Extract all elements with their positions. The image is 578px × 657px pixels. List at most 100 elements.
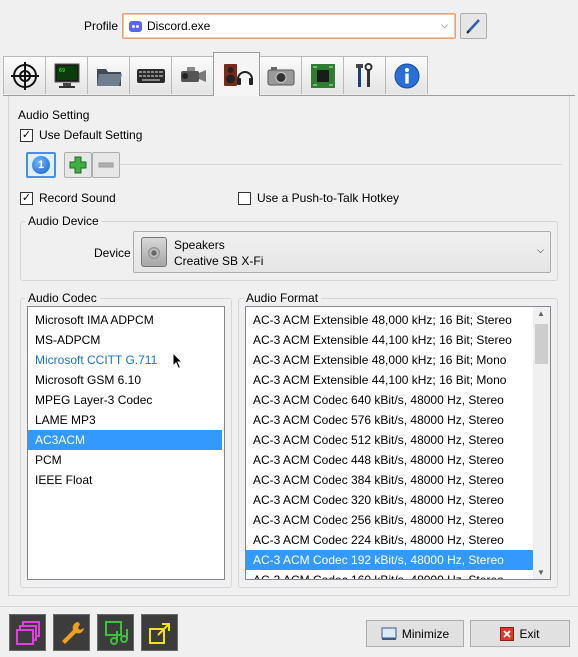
- tab-camera[interactable]: [259, 56, 302, 94]
- minus-icon: [98, 162, 114, 168]
- svg-text:69: 69: [59, 68, 65, 74]
- discord-icon: [129, 20, 142, 32]
- check-icon: ✓: [20, 128, 33, 142]
- list-item-selected[interactable]: AC3ACM: [28, 430, 222, 450]
- tab-keyboard[interactable]: [129, 56, 172, 94]
- tab-monitor[interactable]: 69: [45, 56, 88, 94]
- audio-codec-list[interactable]: Microsoft IMA ADPCM MS-ADPCM Microsoft C…: [27, 306, 225, 580]
- list-item[interactable]: AC-3 ACM Extensible 44,100 kHz; 16 Bit; …: [246, 370, 550, 390]
- minimize-button[interactable]: Minimize: [366, 620, 464, 647]
- tab-folder[interactable]: [87, 56, 130, 94]
- list-item[interactable]: MS-ADPCM: [28, 330, 224, 350]
- tab-audio[interactable]: [213, 52, 260, 96]
- list-item[interactable]: AC-3 ACM Codec 576 kBit/s, 48000 Hz, Ste…: [246, 410, 550, 430]
- list-item[interactable]: LAME MP3: [28, 410, 224, 430]
- wrench-icon: [61, 621, 84, 644]
- tab-strip: 69: [3, 52, 428, 96]
- audio-setting-title: Audio Setting: [18, 108, 90, 122]
- chip-icon: [310, 63, 335, 88]
- speaker-device-icon: [141, 237, 167, 267]
- plus-icon: [69, 156, 87, 174]
- scroll-down-icon[interactable]: ▼: [537, 568, 545, 577]
- windows-stack-icon: [15, 620, 40, 645]
- list-item[interactable]: AC-3 ACM Codec 448 kBit/s, 48000 Hz, Ste…: [246, 450, 550, 470]
- audio-device-title: Audio Device: [25, 214, 102, 228]
- device-dropdown[interactable]: Speakers Creative SB X-Fi ⌵: [133, 231, 551, 273]
- windows-stack-button[interactable]: [9, 614, 46, 651]
- device-label: Device: [94, 246, 131, 260]
- exit-button[interactable]: Exit: [470, 620, 570, 647]
- profile-label: Profile: [84, 19, 119, 33]
- music-video-icon: [104, 620, 128, 645]
- push-to-talk-checkbox[interactable]: Use a Push-to-Talk Hotkey: [238, 191, 399, 205]
- bottom-separator: [0, 606, 578, 607]
- check-icon: ✓: [20, 191, 33, 205]
- audio-format-scrollbar[interactable]: ▲ ▼: [533, 307, 550, 579]
- empty-checkbox: [238, 191, 251, 205]
- crosshair-icon: [10, 61, 39, 90]
- audio-track-1-button[interactable]: 1: [26, 152, 56, 178]
- list-item[interactable]: Microsoft GSM 6.10: [28, 370, 224, 390]
- tab-camcorder[interactable]: [171, 56, 214, 94]
- record-sound-checkbox[interactable]: ✓ Record Sound: [20, 191, 116, 205]
- list-item[interactable]: AC-3 ACM Extensible 44,100 kHz; 16 Bit; …: [246, 330, 550, 350]
- list-item[interactable]: IEEE Float: [28, 470, 224, 490]
- device-detail: Creative SB X-Fi: [174, 254, 264, 268]
- camera-icon: [267, 66, 294, 85]
- info-icon: [394, 63, 419, 88]
- divider: [120, 164, 562, 165]
- track-number-badge: 1: [32, 156, 50, 174]
- keyboard-icon: [136, 68, 165, 83]
- settings-wrench-button[interactable]: [53, 614, 90, 651]
- pencil-icon: [466, 19, 480, 34]
- monitor-icon: 69: [54, 63, 79, 88]
- list-item[interactable]: Microsoft CCITT G.711: [28, 350, 224, 370]
- tab-chip[interactable]: [301, 56, 344, 94]
- profile-dropdown[interactable]: Discord.exe ⌵: [122, 13, 456, 39]
- list-item[interactable]: AC-3 ACM Extensible 48,000 kHz; 16 Bit; …: [246, 310, 550, 330]
- device-name: Speakers: [174, 238, 225, 252]
- audio-format-title: Audio Format: [243, 291, 322, 305]
- list-item[interactable]: AC-3 ACM Codec 224 kBit/s, 48000 Hz, Ste…: [246, 530, 550, 550]
- music-video-button[interactable]: [97, 614, 134, 651]
- list-item[interactable]: AC-3 ACM Codec 160 kBit/s, 48000 Hz, Ste…: [246, 570, 550, 579]
- record-sound-label: Record Sound: [39, 191, 116, 205]
- list-item[interactable]: AC-3 ACM Extensible 48,000 kHz; 16 Bit; …: [246, 350, 550, 370]
- list-item[interactable]: AC-3 ACM Codec 320 kBit/s, 48000 Hz, Ste…: [246, 490, 550, 510]
- camcorder-icon: [180, 66, 206, 82]
- mouse-cursor-icon: [172, 352, 184, 370]
- tab-info[interactable]: [385, 56, 428, 94]
- profile-value: Discord.exe: [147, 19, 211, 33]
- export-window-icon: [148, 622, 170, 644]
- edit-profile-button[interactable]: [460, 13, 487, 39]
- folder-icon: [96, 68, 122, 86]
- audio-codec-title: Audio Codec: [25, 291, 100, 305]
- list-item[interactable]: MPEG Layer-3 Codec: [28, 390, 224, 410]
- use-default-setting-checkbox[interactable]: ✓ Use Default Setting: [20, 128, 142, 142]
- tab-tools[interactable]: [343, 56, 386, 94]
- chevron-down-icon: ⌵: [441, 20, 448, 30]
- minimize-label: Minimize: [401, 626, 450, 641]
- speaker-headphones-icon: [223, 63, 253, 86]
- use-default-setting-label: Use Default Setting: [39, 128, 143, 142]
- exit-label: Exit: [519, 626, 540, 641]
- audio-format-list[interactable]: AC-3 ACM Extensible 48,000 kHz; 16 Bit; …: [245, 306, 551, 580]
- export-window-button[interactable]: [141, 614, 178, 651]
- remove-track-button[interactable]: [92, 152, 120, 178]
- chevron-down-icon: ⌵: [537, 245, 544, 255]
- push-to-talk-label: Use a Push-to-Talk Hotkey: [257, 191, 400, 205]
- list-item[interactable]: AC-3 ACM Codec 640 kBit/s, 48000 Hz, Ste…: [246, 390, 550, 410]
- minimize-window-icon: [381, 627, 397, 640]
- close-icon: [500, 626, 515, 641]
- list-item[interactable]: AC-3 ACM Codec 256 kBit/s, 48000 Hz, Ste…: [246, 510, 550, 530]
- list-item[interactable]: PCM: [28, 450, 224, 470]
- list-item[interactable]: AC-3 ACM Codec 384 kBit/s, 48000 Hz, Ste…: [246, 470, 550, 490]
- scroll-up-icon[interactable]: ▲: [537, 309, 545, 318]
- add-track-button[interactable]: [64, 152, 92, 178]
- list-item-selected[interactable]: AC-3 ACM Codec 192 kBit/s, 48000 Hz, Ste…: [246, 550, 533, 570]
- list-item[interactable]: AC-3 ACM Codec 512 kBit/s, 48000 Hz, Ste…: [246, 430, 550, 450]
- scroll-thumb[interactable]: [535, 324, 548, 364]
- tab-crosshair[interactable]: [3, 56, 46, 94]
- tools-icon: [355, 62, 372, 87]
- list-item[interactable]: Microsoft IMA ADPCM: [28, 310, 224, 330]
